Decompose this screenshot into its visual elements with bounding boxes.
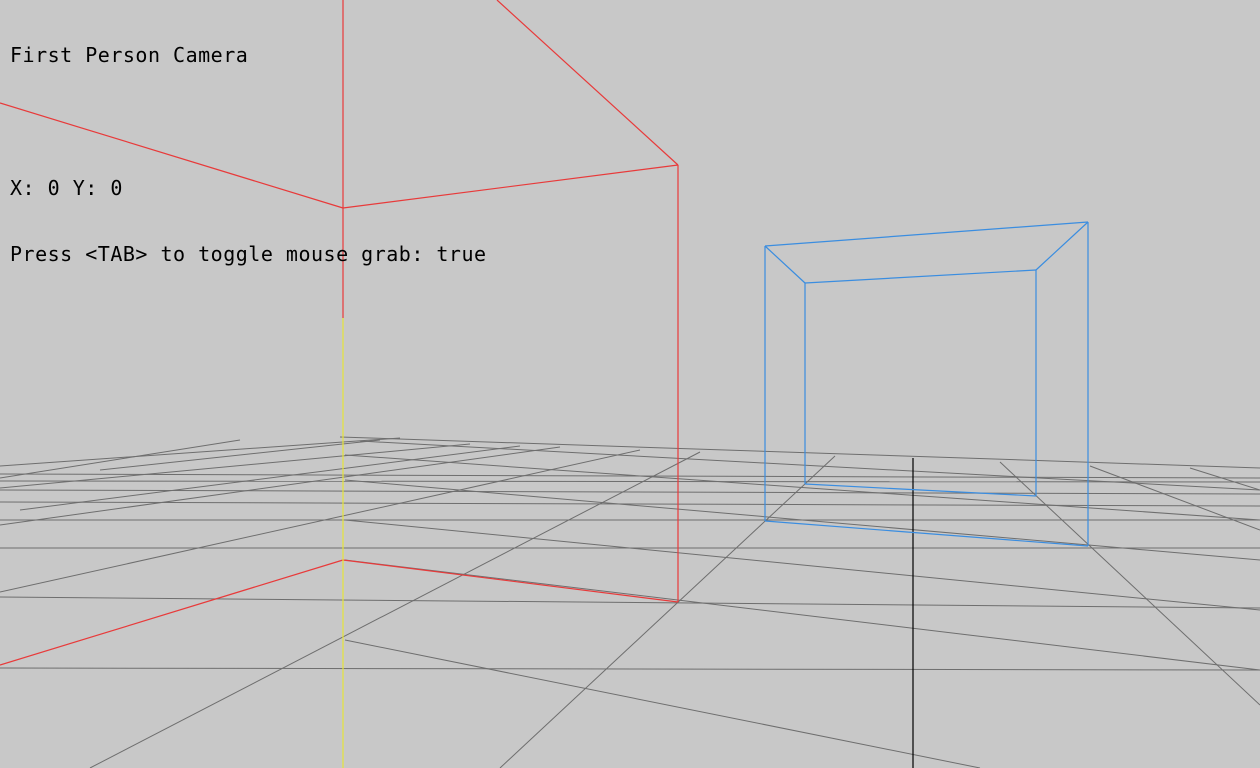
hud-spacer: [10, 110, 487, 133]
hud-overlay: First Person Camera X: 0 Y: 0 Press <TAB…: [10, 0, 487, 309]
game-viewport[interactable]: First Person Camera X: 0 Y: 0 Press <TAB…: [0, 0, 1260, 768]
blue-wireframe-box: [764, 221, 1089, 547]
mouse-grab-hint: Press <TAB> to toggle mouse grab: true: [10, 242, 487, 266]
hud-title: First Person Camera: [10, 43, 249, 67]
floor-grid: [0, 436, 1260, 768]
position-readout: X: 0 Y: 0: [10, 176, 123, 200]
